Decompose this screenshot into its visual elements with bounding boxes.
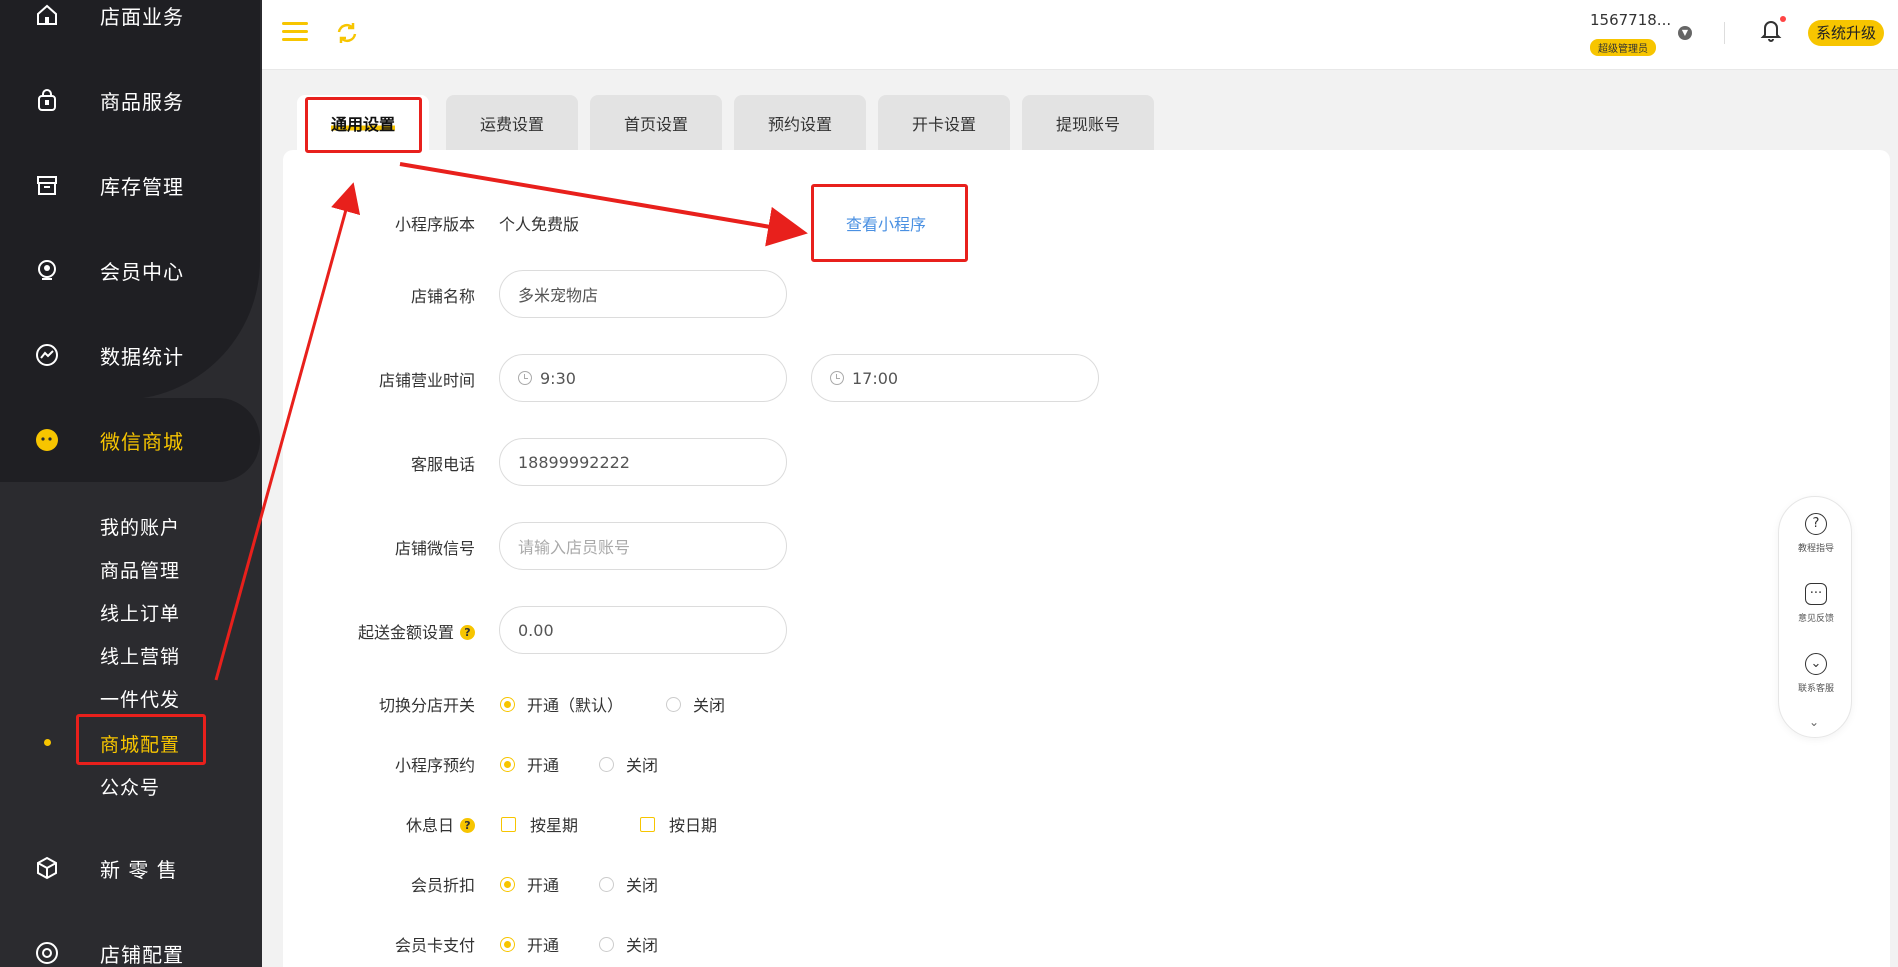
annotation-arrows (214, 162, 808, 681)
arrow-to-tab (214, 182, 361, 681)
arrow-to-view-link (399, 162, 808, 247)
